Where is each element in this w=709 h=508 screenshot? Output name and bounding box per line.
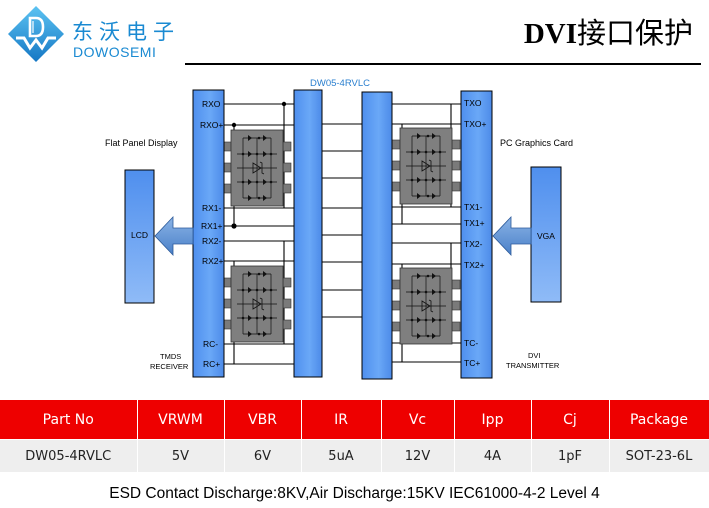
- pin-label: RX1+: [201, 221, 223, 231]
- column-header: Vc: [381, 400, 455, 440]
- pin-label: TX2-: [464, 239, 483, 249]
- page-title-bold: DVI: [523, 18, 577, 50]
- pin-label: TXO+: [464, 119, 486, 129]
- dowosemi-logo-icon: [8, 6, 64, 62]
- pin-label: RX2-: [202, 236, 222, 246]
- column-header: VBR: [224, 400, 302, 440]
- column-header: Package: [609, 400, 709, 440]
- transmitter-caption-line1: DVI: [528, 351, 541, 360]
- flat-panel-caption: Flat Panel Display: [105, 138, 178, 148]
- tmds-receiver-block: [192, 89, 225, 378]
- page-title: DVI接口保护: [524, 10, 693, 52]
- dvi-transmitter-block: [460, 90, 493, 379]
- title-divider: [185, 63, 701, 65]
- lcd-label: LCD: [131, 230, 148, 240]
- tvs-array-rx-bottom: [222, 265, 292, 343]
- table-header-row: Part No VRWM VBR IR Vc Ipp Cj Package: [0, 400, 709, 440]
- arrow-from-vga-icon: [492, 215, 532, 257]
- cell-vc: 12V: [381, 439, 455, 472]
- tvs-array-tx-top: [391, 127, 461, 205]
- column-header: Cj: [531, 400, 610, 440]
- transmitter-caption-line2: TRANSMITTER: [506, 361, 560, 370]
- brand-name-en: DOWOSEMI: [73, 44, 157, 60]
- pin-label: RC-: [203, 339, 218, 349]
- receiver-caption-line2: RECEIVER: [150, 362, 189, 371]
- pin-label: TX1+: [464, 218, 485, 228]
- pc-graphics-caption: PC Graphics Card: [500, 138, 573, 148]
- pin-label: RX2+: [202, 256, 224, 266]
- cell-ipp: 4A: [454, 439, 532, 472]
- pin-label: TX1-: [464, 202, 483, 212]
- arrow-to-lcd-icon: [154, 215, 194, 257]
- pin-label: TX2+: [464, 260, 485, 270]
- dvi-protection-diagram: DW05-4RVLC Flat Panel Display PC Graphic…: [105, 78, 573, 380]
- pin-label: TXO: [464, 98, 482, 108]
- cell-cj: 1pF: [531, 439, 610, 472]
- cell-ir: 5uA: [301, 439, 382, 472]
- pin-label: RC+: [203, 359, 220, 369]
- table-row: DW05-4RVLC 5V 6V 5uA 12V 4A 1pF SOT-23-6…: [0, 439, 709, 472]
- cell-part-no: DW05-4RVLC: [0, 439, 138, 472]
- cell-vbr: 6V: [224, 439, 302, 472]
- page-title-rest: 接口保护: [576, 18, 693, 50]
- spec-table: Part No VRWM VBR IR Vc Ipp Cj Package DW…: [0, 400, 709, 472]
- cell-vrwm: 5V: [137, 439, 225, 472]
- tvs-array-rx-top: [222, 129, 292, 207]
- vga-label: VGA: [537, 231, 555, 241]
- column-header: Part No: [0, 400, 138, 440]
- brand-name-cn: 东沃电子: [72, 20, 180, 44]
- column-header: Ipp: [454, 400, 532, 440]
- tvs-array-tx-bottom: [391, 267, 461, 345]
- pin-label: RX1-: [202, 203, 222, 213]
- esd-rating-note: ESD Contact Discharge:8KV,Air Discharge:…: [109, 485, 600, 502]
- column-header: IR: [301, 400, 382, 440]
- chip-column-right: [361, 91, 393, 380]
- column-header: VRWM: [137, 400, 225, 440]
- pin-label: TC-: [464, 338, 478, 348]
- pin-label: RXO: [202, 99, 221, 109]
- receiver-caption-line1: TMDS: [160, 352, 181, 361]
- pin-label: RXO+: [200, 120, 223, 130]
- bus-wires: [322, 123, 362, 318]
- cell-package: SOT-23-6L: [609, 439, 709, 472]
- chip-label: DW05-4RVLC: [310, 78, 370, 89]
- chip-column-left: [293, 89, 323, 378]
- pin-label: TC+: [464, 358, 480, 368]
